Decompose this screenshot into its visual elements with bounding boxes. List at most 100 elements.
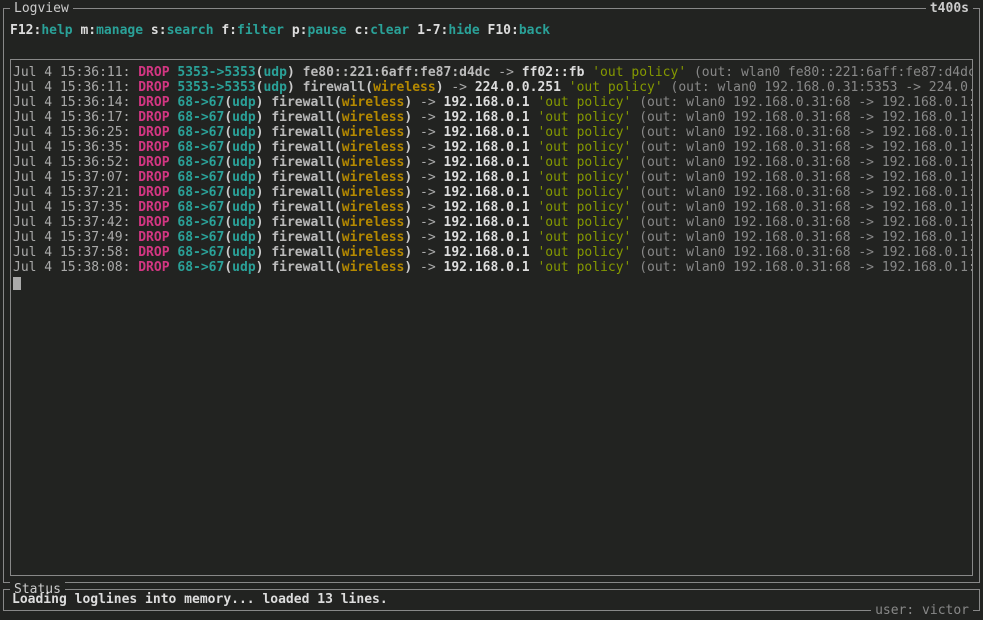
log-date: Jul 4 15:37:07: [13,170,138,185]
log-proto: udp [232,125,255,140]
log-proto: udp [232,230,255,245]
log-policy: 'out policy' [537,200,631,215]
log-policy: 'out policy' [537,170,631,185]
log-proto: udp [263,65,286,80]
log-ports: 68->67 [177,230,224,245]
menu-action-back[interactable]: back [519,23,550,38]
menu-action-manage[interactable]: manage [96,23,143,38]
log-source: firewall [271,125,334,140]
log-policy: 'out policy' [537,230,631,245]
log-dest: 192.168.0.1 [444,140,530,155]
log-proto: udp [232,215,255,230]
log-dest: 192.168.0.1 [444,155,530,170]
logview-title: Logview [10,1,73,16]
menu-action-hide[interactable]: hide [448,23,479,38]
status-message: Loading loglines into memory... loaded 1… [12,592,388,607]
log-date: Jul 4 15:37:58: [13,245,138,260]
log-row: Jul 4 15:36:14: DROP 68->67(udp) firewal… [13,95,970,110]
log-interface: wireless [342,230,405,245]
log-action: DROP [138,155,169,170]
log-row: Jul 4 15:36:35: DROP 68->67(udp) firewal… [13,140,970,155]
log-dest: 192.168.0.1 [444,200,530,215]
menu-action-help[interactable]: help [41,23,72,38]
log-ports: 68->67 [177,185,224,200]
log-interface: wireless [342,155,405,170]
menu-key: s: [151,23,167,38]
menu-action-clear[interactable]: clear [370,23,409,38]
log-dest: ff02::fb [522,65,585,80]
log-policy: 'out policy' [537,215,631,230]
log-interface: wireless [342,185,405,200]
log-dest: 192.168.0.1 [444,110,530,125]
menu-key: 1-7: [417,23,448,38]
log-ports: 68->67 [177,140,224,155]
log-date: Jul 4 15:37:49: [13,230,138,245]
log-interface: wireless [342,200,405,215]
log-interface: wireless [373,80,436,95]
menu-action-search[interactable]: search [167,23,214,38]
log-date: Jul 4 15:36:17: [13,110,138,125]
menu-action-pause[interactable]: pause [307,23,346,38]
log-policy: 'out policy' [537,110,631,125]
log-source: firewall [271,215,334,230]
log-dest: 192.168.0.1 [444,185,530,200]
log-row: Jul 4 15:37:49: DROP 68->67(udp) firewal… [13,230,970,245]
log-source: firewall [271,170,334,185]
log-row: Jul 4 15:37:07: DROP 68->67(udp) firewal… [13,170,970,185]
log-row: Jul 4 15:36:52: DROP 68->67(udp) firewal… [13,155,970,170]
log-interface: wireless [342,140,405,155]
user-info: user: victor [871,603,973,618]
log-tail: (out: wlan0 192.168.0.31:68 -> 192.168.0… [639,260,973,275]
log-proto: udp [232,260,255,275]
menu-key: p: [292,23,308,38]
log-tail: (out: wlan0 192.168.0.31:68 -> 192.168.0… [639,95,973,110]
log-action: DROP [138,200,169,215]
log-proto: udp [232,140,255,155]
log-ports: 68->67 [177,155,224,170]
log-date: Jul 4 15:37:21: [13,185,138,200]
log-policy: 'out policy' [537,245,631,260]
log-ports: 68->67 [177,125,224,140]
log-dest: 192.168.0.1 [444,215,530,230]
log-action: DROP [138,245,169,260]
log-policy: 'out policy' [537,155,631,170]
log-ports: 68->67 [177,260,224,275]
log-dest: 192.168.0.1 [444,170,530,185]
menu-key: f: [221,23,237,38]
log-ports: 68->67 [177,95,224,110]
log-action: DROP [138,65,169,80]
cursor [13,277,21,290]
log-proto: udp [232,200,255,215]
log-policy: 'out policy' [537,95,631,110]
log-tail: (out: wlan0 192.168.0.31:68 -> 192.168.0… [639,215,973,230]
log-date: Jul 4 15:36:52: [13,155,138,170]
log-dest: 192.168.0.1 [444,260,530,275]
log-source: firewall [271,230,334,245]
log-date: Jul 4 15:36:35: [13,140,138,155]
menu-action-filter[interactable]: filter [237,23,284,38]
log-interface: wireless [342,260,405,275]
log-action: DROP [138,140,169,155]
log-date: Jul 4 15:37:35: [13,200,138,215]
log-tail: (out: wlan0 fe80::221:6aff:fe87:d4dc:535… [694,65,973,80]
log-action: DROP [138,80,169,95]
log-row: Jul 4 15:37:42: DROP 68->67(udp) firewal… [13,215,970,230]
log-action: DROP [138,95,169,110]
log-interface: wireless [342,170,405,185]
log-proto: udp [232,95,255,110]
log-row: Jul 4 15:36:11: DROP 5353->5353(udp) fir… [13,80,970,95]
log-row: Jul 4 15:36:17: DROP 68->67(udp) firewal… [13,110,970,125]
log-tail: (out: wlan0 192.168.0.31:68 -> 192.168.0… [639,200,973,215]
log-row: Jul 4 15:36:11: DROP 5353->5353(udp) fe8… [13,65,970,80]
log-ports: 68->67 [177,110,224,125]
log-proto: udp [232,170,255,185]
log-policy: 'out policy' [537,185,631,200]
log-output[interactable]: Jul 4 15:36:11: DROP 5353->5353(udp) fe8… [10,59,973,576]
log-tail: (out: wlan0 192.168.0.31:68 -> 192.168.0… [639,245,973,260]
log-tail: (out: wlan0 192.168.0.31:68 -> 192.168.0… [639,125,973,140]
log-source: firewall [271,110,334,125]
log-date: Jul 4 15:36:11: [13,65,138,80]
log-policy: 'out policy' [592,65,686,80]
log-row: Jul 4 15:37:58: DROP 68->67(udp) firewal… [13,245,970,260]
log-action: DROP [138,125,169,140]
